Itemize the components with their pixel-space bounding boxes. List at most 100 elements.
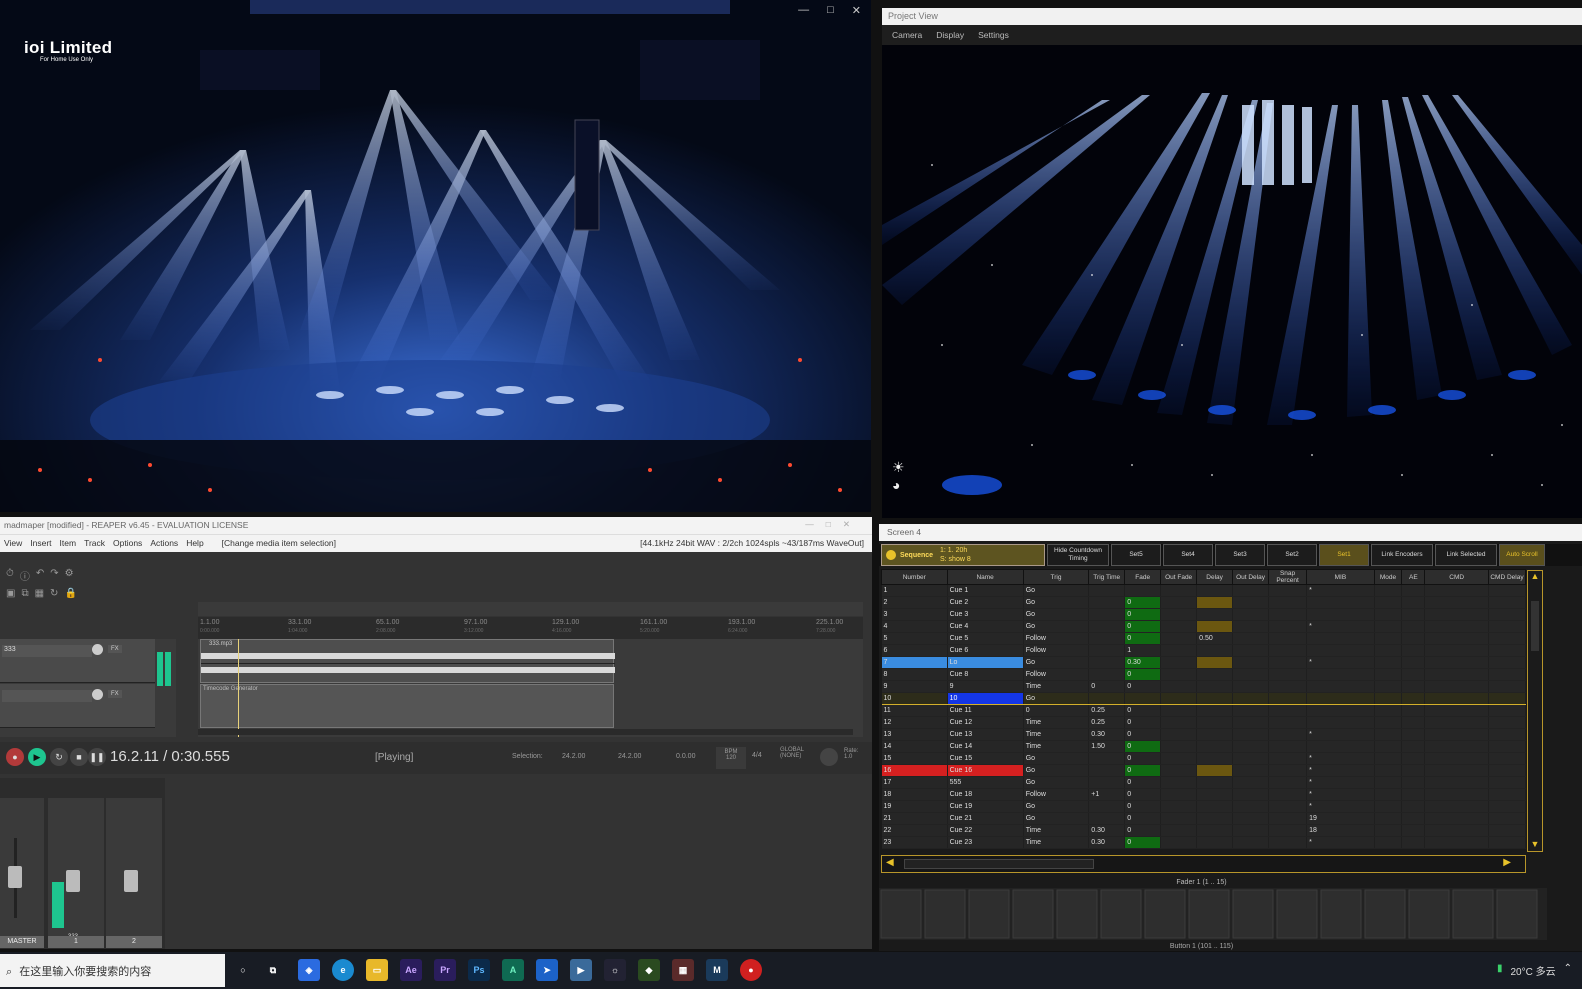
- record-app-icon[interactable]: ▦: [672, 959, 694, 981]
- cue-cell-delay[interactable]: [1196, 788, 1234, 801]
- cue-cell-mode[interactable]: [1374, 668, 1403, 681]
- cue-cell-name[interactable]: Cue 12: [947, 716, 1024, 729]
- cue-cell-fade[interactable]: 0: [1124, 824, 1162, 837]
- cue-row[interactable]: 14 Cue 14 Time 1.50 0: [881, 740, 1527, 753]
- cue-row[interactable]: 17 555 Go 0 *: [881, 776, 1527, 789]
- cue-cell-num[interactable]: 18: [881, 788, 948, 801]
- cue-cell-mib[interactable]: *: [1306, 752, 1375, 765]
- cue-row[interactable]: 5 Cue 5 Follow 0 0.50: [881, 632, 1527, 645]
- track-name[interactable]: 333: [2, 645, 92, 657]
- cue-cell-snap[interactable]: [1268, 716, 1308, 729]
- cue-cell-cmd[interactable]: [1424, 668, 1489, 681]
- cue-cell-name[interactable]: Cue 19: [947, 800, 1024, 813]
- cue-cell-delay[interactable]: [1196, 644, 1234, 657]
- cue-row[interactable]: 6 Cue 6 Follow 1: [881, 644, 1527, 657]
- column-header[interactable]: Out Fade: [1160, 569, 1198, 585]
- cue-cell-cmd[interactable]: [1424, 620, 1489, 633]
- cue-cell-name[interactable]: Cue 1: [947, 584, 1024, 597]
- cue-cell-ae[interactable]: [1401, 740, 1426, 753]
- cue-cell-trig[interactable]: Go: [1023, 656, 1090, 669]
- cue-cell-fade[interactable]: 0: [1124, 632, 1162, 645]
- cue-cell-num[interactable]: 21: [881, 812, 948, 825]
- cue-cell-snap[interactable]: [1268, 668, 1308, 681]
- cue-cell-tt[interactable]: [1088, 656, 1126, 669]
- global-box[interactable]: GLOBAL (NONE): [780, 747, 814, 769]
- cue-cell-mode[interactable]: [1374, 740, 1403, 753]
- cue-cell-name[interactable]: Cue 5: [947, 632, 1024, 645]
- cue-cell-ae[interactable]: [1401, 680, 1426, 693]
- cue-cell-trig[interactable]: Follow: [1023, 632, 1090, 645]
- cue-cell-ae[interactable]: [1401, 788, 1426, 801]
- cue-cell-of[interactable]: [1160, 812, 1198, 825]
- cue-cell-num[interactable]: 16: [881, 764, 948, 777]
- cue-cell-cd[interactable]: [1488, 644, 1527, 657]
- cue-cell-mib[interactable]: *: [1306, 836, 1375, 849]
- set1-button[interactable]: Set1: [1319, 544, 1369, 566]
- cue-cell-tt[interactable]: [1088, 608, 1126, 621]
- cue-cell-fade[interactable]: 0: [1124, 716, 1162, 729]
- cue-cell-cmd[interactable]: [1424, 596, 1489, 609]
- set2-button[interactable]: Set2: [1267, 544, 1317, 566]
- cue-row[interactable]: 11 Cue 11 0 0.25 0: [881, 704, 1527, 717]
- cue-cell-fade[interactable]: 0: [1124, 704, 1162, 717]
- cue-cell-tt[interactable]: [1088, 620, 1126, 633]
- cue-cell-trig[interactable]: Time: [1023, 740, 1090, 753]
- cue-cell-tt[interactable]: 0: [1088, 680, 1126, 693]
- render-icon[interactable]: ⚙: [65, 568, 74, 583]
- shield-icon[interactable]: ◆: [638, 959, 660, 981]
- cue-cell-ae[interactable]: [1401, 620, 1426, 633]
- cue-cell-cmd[interactable]: [1424, 716, 1489, 729]
- stop-button[interactable]: ■: [70, 748, 88, 766]
- info-icon[interactable]: ⓘ: [20, 568, 30, 583]
- cue-cell-trig[interactable]: Go: [1023, 620, 1090, 633]
- cue-cell-snap[interactable]: [1268, 740, 1308, 753]
- cue-cell-ae[interactable]: [1401, 632, 1426, 645]
- cue-cell-name[interactable]: 9: [947, 680, 1024, 693]
- cue-cell-num[interactable]: 5: [881, 632, 948, 645]
- cue-cell-tt[interactable]: 0.30: [1088, 728, 1126, 741]
- cue-row[interactable]: 22 Cue 22 Time 0.30 0 18: [881, 824, 1527, 837]
- cue-cell-cd[interactable]: [1488, 656, 1527, 669]
- battery-icon[interactable]: ▮: [1497, 963, 1503, 978]
- cue-row[interactable]: 9 9 Time 0 0: [881, 680, 1527, 693]
- cue-row[interactable]: 2 Cue 2 Go 0: [881, 596, 1527, 609]
- cue-cell-od[interactable]: [1232, 632, 1270, 645]
- play-button[interactable]: ▶: [28, 748, 46, 766]
- cue-cell-snap[interactable]: [1268, 608, 1308, 621]
- timeline-ruler[interactable]: 1.1.00 0:00.000 33.1.00 1:04.000 65.1.00 2:08…: [198, 617, 863, 639]
- cue-cell-ae[interactable]: [1401, 656, 1426, 669]
- close-icon[interactable]: ✕: [852, 4, 861, 17]
- scroll-up-icon[interactable]: ▲: [1528, 571, 1542, 581]
- cue-cell-cd[interactable]: [1488, 836, 1527, 849]
- cue-cell-od[interactable]: [1232, 608, 1270, 621]
- screen-recorder-icon[interactable]: ●: [740, 959, 762, 981]
- cue-cell-trig[interactable]: Go: [1023, 764, 1090, 777]
- cue-cell-fade[interactable]: [1124, 584, 1162, 597]
- cue-cell-mode[interactable]: [1374, 812, 1403, 825]
- cue-cell-ae[interactable]: [1401, 596, 1426, 609]
- cue-cell-cmd[interactable]: [1424, 788, 1489, 801]
- cue-cell-snap[interactable]: [1268, 812, 1308, 825]
- cue-cell-cd[interactable]: [1488, 812, 1527, 825]
- cue-cell-trig[interactable]: Go: [1023, 800, 1090, 813]
- cue-cell-cd[interactable]: [1488, 584, 1527, 597]
- cue-cell-delay[interactable]: [1196, 680, 1234, 693]
- mixer-strip-master[interactable]: MASTER: [0, 798, 44, 948]
- cortana-icon[interactable]: ○: [232, 959, 254, 981]
- cue-cell-of[interactable]: [1160, 716, 1198, 729]
- cue-cell-mib[interactable]: *: [1306, 620, 1375, 633]
- cue-cell-delay[interactable]: [1196, 656, 1234, 669]
- fx-button[interactable]: FX: [108, 690, 122, 698]
- selection-end[interactable]: 24.2.00: [618, 753, 641, 760]
- cue-cell-fade[interactable]: 0: [1124, 620, 1162, 633]
- cue-cell-of[interactable]: [1160, 836, 1198, 849]
- speedometer-icon[interactable]: ◕: [892, 476, 905, 494]
- cue-cell-mode[interactable]: [1374, 800, 1403, 813]
- cue-cell-od[interactable]: [1232, 644, 1270, 657]
- cue-cell-name[interactable]: Cue 15: [947, 752, 1024, 765]
- cue-cell-mode[interactable]: [1374, 728, 1403, 741]
- cue-cell-of[interactable]: [1160, 656, 1198, 669]
- fader-knob[interactable]: [66, 870, 80, 892]
- reaper-icon[interactable]: ☼: [604, 959, 626, 981]
- cue-cell-mode[interactable]: [1374, 704, 1403, 717]
